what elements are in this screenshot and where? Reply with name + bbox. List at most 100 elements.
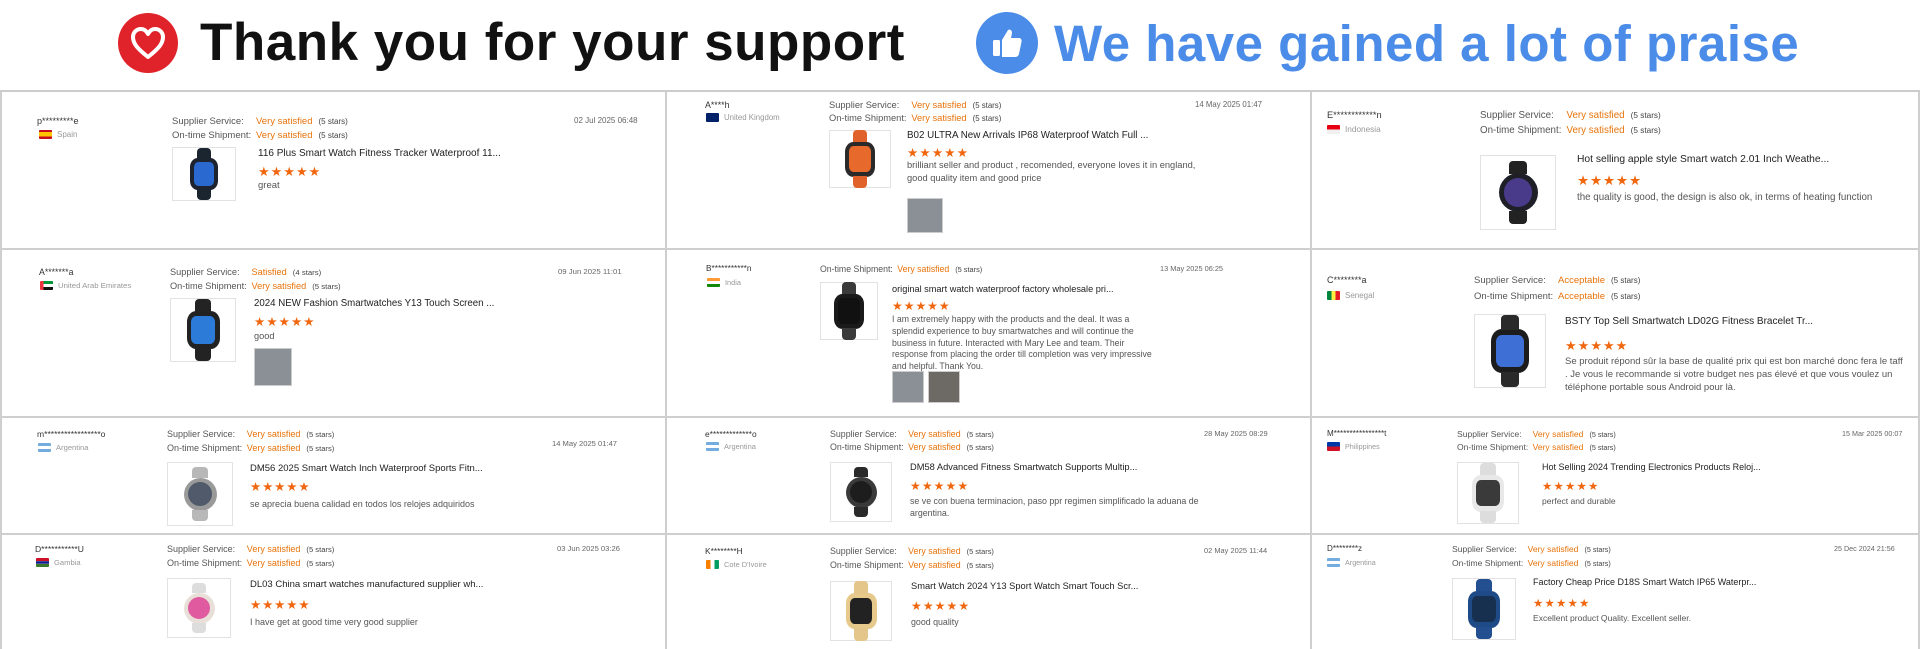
- review-photo[interactable]: [254, 348, 292, 386]
- review-comment: brilliant seller and product , recomende…: [907, 160, 1196, 183]
- ontime-shipment-rating: On-time Shipment: Very satisfied (5 stars): [830, 442, 994, 452]
- review-card: D********z Argentina 25 Dec 2024 21:56 Supp…: [1312, 535, 1920, 649]
- product-thumbnail[interactable]: [172, 147, 236, 201]
- review-comment: I am extremely happy with the products a…: [892, 314, 1152, 372]
- star-icon: ★: [1544, 597, 1556, 610]
- support-title: Thank you for your support: [200, 13, 905, 72]
- smartwatch-image: [845, 130, 875, 188]
- product-thumbnail[interactable]: [167, 462, 233, 526]
- product-title[interactable]: DM58 Advanced Fitness Smartwatch Support…: [910, 462, 1137, 472]
- product-title[interactable]: DL03 China smart watches manufactured su…: [250, 579, 483, 590]
- review-photo[interactable]: [928, 371, 960, 403]
- review-card: D***********U Gambia 03 Jun 2025 03:26 Supp…: [0, 535, 667, 649]
- product-title[interactable]: Smart Watch 2024 Y13 Sport Watch Smart T…: [911, 581, 1138, 591]
- product-thumbnail[interactable]: [170, 298, 236, 362]
- buyer-name: A*******a: [39, 267, 74, 277]
- star-icon: ★: [1533, 597, 1545, 610]
- watch-screen: [849, 598, 873, 624]
- product-thumbnail[interactable]: [820, 282, 878, 340]
- country-name: Argentina: [56, 443, 89, 452]
- product-title[interactable]: 2024 NEW Fashion Smartwatches Y13 Touch …: [254, 298, 494, 309]
- product-title[interactable]: B02 ULTRA New Arrivals IP68 Waterproof W…: [907, 130, 1148, 141]
- supplier-service-rating: Supplier Service: Very satisfied (5 stars): [1457, 429, 1616, 439]
- ontime-shipment-rating-label: On-time Shipment:: [830, 442, 904, 452]
- supplier-service-rating: Supplier Service: Very satisfied (5 stars): [167, 544, 334, 554]
- product-title[interactable]: DM56 2025 Smart Watch Inch Waterproof Sp…: [250, 463, 483, 474]
- product-thumbnail[interactable]: [829, 130, 891, 188]
- star-icon: ★: [258, 164, 271, 179]
- review-card: A*******a United Arab Emirates 09 Jun 2025…: [0, 250, 667, 418]
- review-date: 28 May 2025 08:29: [1204, 429, 1268, 438]
- ontime-shipment-rating-value: Very satisfied: [256, 130, 313, 141]
- star-icon: ★: [298, 598, 311, 612]
- buyer-name: K********H: [705, 546, 743, 556]
- watch-band: [852, 130, 868, 143]
- product-title[interactable]: 116 Plus Smart Watch Fitness Tracker Wat…: [258, 148, 501, 159]
- country-name: Argentina: [1345, 558, 1376, 567]
- watch-screen: [188, 482, 212, 506]
- ontime-shipment-rating-value: Very satisfied: [246, 443, 301, 453]
- country-name: Argentina: [724, 442, 756, 451]
- watch-band: [1476, 626, 1492, 640]
- smartwatch-image: [183, 466, 217, 522]
- supplier-service-rating-value: Very satisfied: [246, 544, 301, 554]
- ontime-shipment-rating-stars-count: (5 stars): [966, 561, 994, 570]
- rating-stars: ★★★★★: [1565, 338, 1628, 354]
- star-icon: ★: [295, 164, 309, 179]
- buyer-name: C********a: [1327, 275, 1367, 285]
- star-icon: ★: [1602, 338, 1616, 353]
- country-flag-icon: [1327, 291, 1340, 300]
- review-photo[interactable]: [907, 198, 943, 233]
- review-comment: Excellent product Quality. Excellent sel…: [1533, 613, 1692, 623]
- thumbs-up-icon: [976, 12, 1038, 74]
- buyer-country: Argentina: [38, 443, 89, 452]
- watch-screen: [187, 596, 211, 620]
- watch-screen: [1476, 479, 1500, 507]
- product-thumbnail[interactable]: [1457, 462, 1519, 524]
- watch-screen: [838, 298, 860, 324]
- supplier-service-rating: Supplier Service: Very satisfied (5 stars): [830, 429, 994, 439]
- product-thumbnail[interactable]: [830, 462, 892, 522]
- star-icon: ★: [1578, 597, 1591, 610]
- ontime-shipment-rating-stars-count: (5 stars): [306, 444, 335, 453]
- ontime-shipment-rating-label: On-time Shipment:: [1474, 291, 1554, 302]
- buyer-name: D********z: [1327, 544, 1363, 553]
- ontime-shipment-rating: On-time Shipment: Very satisfied (5 stars): [170, 281, 341, 291]
- buyer-name: M****************t: [1327, 429, 1387, 438]
- supplier-service-rating-stars-count: (5 stars): [966, 547, 994, 556]
- supplier-service-rating-stars-count: (5 stars): [1584, 545, 1611, 554]
- product-thumbnail[interactable]: [1474, 314, 1546, 388]
- product-title[interactable]: Hot selling apple style Smart watch 2.01…: [1577, 154, 1829, 165]
- product-title[interactable]: BSTY Top Sell Smartwatch LD02G Fitness B…: [1565, 316, 1813, 327]
- country-flag-icon: [1327, 125, 1340, 134]
- star-icon: ★: [286, 480, 299, 494]
- country-name: India: [725, 278, 741, 287]
- rating-stars: ★★★★★: [250, 598, 310, 612]
- watch-band: [192, 509, 208, 522]
- rating-stars: ★★★★★: [892, 299, 951, 313]
- product-title[interactable]: original smart watch waterproof factory …: [892, 284, 1114, 294]
- rating-stars: ★★★★★: [250, 480, 310, 494]
- review-card: A****h United Kingdom 14 May 2025 01:47 Sup…: [667, 92, 1312, 250]
- product-thumbnail[interactable]: [1452, 578, 1516, 640]
- product-title[interactable]: Hot Selling 2024 Trending Electronics Pr…: [1542, 462, 1761, 472]
- ontime-shipment-rating-stars-count: (5 stars): [966, 443, 994, 452]
- ontime-shipment-rating-label: On-time Shipment:: [829, 113, 907, 123]
- star-icon: ★: [922, 599, 935, 613]
- rating-stars: ★★★★★: [1577, 173, 1642, 189]
- star-icon: ★: [907, 145, 920, 160]
- review-comment: the quality is good, the design is also …: [1577, 192, 1873, 203]
- supplier-service-rating-label: Supplier Service:: [829, 100, 900, 110]
- country-name: United Arab Emirates: [58, 281, 132, 290]
- review-photo[interactable]: [892, 371, 924, 403]
- product-thumbnail[interactable]: [1480, 155, 1556, 230]
- ontime-shipment-rating-stars-count: (5 stars): [306, 559, 335, 568]
- ontime-shipment-rating: On-time Shipment: Acceptable (5 stars): [1474, 291, 1640, 302]
- product-thumbnail[interactable]: [167, 578, 231, 638]
- supplier-service-rating-value: Satisfied: [251, 267, 287, 277]
- product-thumbnail[interactable]: [830, 581, 892, 641]
- buyer-country: Argentina: [1327, 558, 1376, 567]
- supplier-service-rating-value: Very satisfied: [246, 429, 301, 439]
- product-title[interactable]: Factory Cheap Price D18S Smart Watch IP6…: [1533, 577, 1756, 587]
- star-icon: ★: [1587, 480, 1600, 493]
